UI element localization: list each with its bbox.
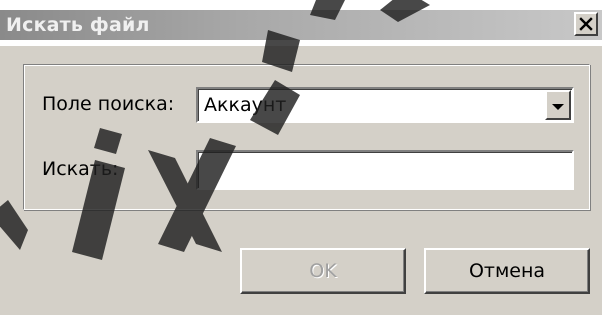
search-input[interactable]: [196, 150, 574, 190]
ok-button[interactable]: OK: [240, 248, 406, 294]
search-file-dialog: Искать файл Поле поиска: Аккаунт Искать:…: [0, 0, 602, 315]
window-title: Искать файл: [6, 14, 150, 36]
chevron-down-icon: [551, 96, 565, 115]
close-icon: [579, 17, 593, 31]
search-field-value: Аккаунт: [204, 94, 287, 116]
combobox-dropdown-button[interactable]: [545, 90, 571, 120]
search-field-label: Поле поиска:: [42, 93, 175, 115]
search-text-label: Искать:: [42, 158, 119, 180]
cancel-button[interactable]: Отмена: [424, 248, 590, 294]
titlebar: Искать файл: [0, 0, 602, 46]
close-button[interactable]: [574, 12, 598, 36]
search-field-combobox[interactable]: Аккаунт: [196, 87, 574, 123]
